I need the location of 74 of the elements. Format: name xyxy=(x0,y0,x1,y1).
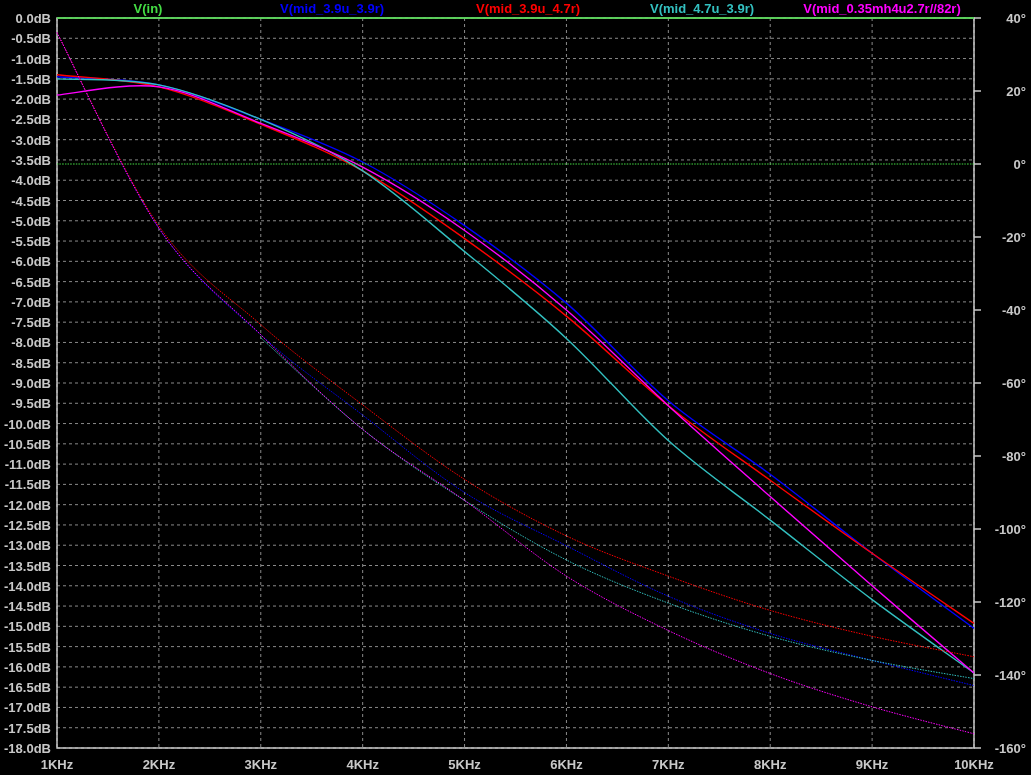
tick-mark xyxy=(973,90,982,92)
axis-tick-label: 4KHz xyxy=(346,757,379,772)
tick-mark xyxy=(973,601,982,603)
axis-tick-label: -20° xyxy=(1002,230,1026,245)
axis-tick-label: -10.5dB xyxy=(4,436,51,452)
axis-tick-label: -1.0dB xyxy=(11,51,51,67)
axis-tick-label: -14.5dB xyxy=(4,599,51,615)
axis-tick-label: -17.0dB xyxy=(4,700,51,716)
axis-tick-label: -15.5dB xyxy=(4,639,51,655)
axis-tick-label: -11.5dB xyxy=(4,477,51,493)
axis-tick-label: -9.0dB xyxy=(11,376,51,391)
axis-tick-label: -18.0dB xyxy=(4,741,51,756)
axis-tick-label: -4.5dB xyxy=(11,193,51,209)
axis-tick-label: -8.0dB xyxy=(11,335,51,351)
axis-tick-label: -2.5dB xyxy=(11,112,51,128)
axis-tick-label: 20° xyxy=(1006,84,1026,99)
tick-mark xyxy=(973,236,982,238)
tick-mark xyxy=(973,163,982,165)
axis-tick-label: -12.0dB xyxy=(4,497,51,513)
axis-tick-label: -3.5dB xyxy=(11,152,51,168)
axis-tick-label: -100° xyxy=(994,522,1026,537)
axis-tick-label: -2.0dB xyxy=(11,92,51,108)
axis-tick-label: -17.5dB xyxy=(4,720,51,736)
axis-tick-label: -80° xyxy=(1002,449,1026,464)
axis-tick-label: 40° xyxy=(1006,11,1026,26)
axis-tick-label: -14.0dB xyxy=(4,578,51,594)
axis-tick-label: 10KHz xyxy=(954,757,994,772)
axis-tick-label: 5KHz xyxy=(448,757,481,772)
axis-tick-label: 0° xyxy=(1013,157,1026,172)
axis-tick-label: -12.5dB xyxy=(4,517,51,533)
axis-tick-label: -16.0dB xyxy=(4,659,51,675)
legend-label: V(in) xyxy=(133,1,163,16)
tick-mark xyxy=(973,528,982,530)
axis-tick-label: -6.5dB xyxy=(11,274,51,290)
legend-label: V(mid_0.35mh4u2.7r//82r) xyxy=(803,1,961,16)
axis-tick-label: -1.5dB xyxy=(11,71,51,87)
legend-label: V(mid_3.9u_4.7r) xyxy=(476,1,580,16)
legend-label: V(mid_3.9u_3.9r) xyxy=(280,1,384,16)
axis-tick-label: -13.0dB xyxy=(4,538,51,554)
tick-mark xyxy=(973,455,982,457)
axis-tick-label: -13.5dB xyxy=(4,558,51,574)
legend-label: V(mid_4.7u_3.9r) xyxy=(650,1,754,16)
axis-tick-label: -4.0dB xyxy=(11,173,51,189)
tick-mark xyxy=(973,747,982,749)
axis-tick-label: -60° xyxy=(1002,376,1026,391)
axis-tick-label: -9.5dB xyxy=(11,396,51,412)
axis-tick-label: -8.5dB xyxy=(11,355,51,371)
axis-tick-label: 3KHz xyxy=(244,757,278,772)
axis-tick-label: -3.0dB xyxy=(11,132,51,148)
axis-tick-label: 9KHz xyxy=(855,757,889,772)
tick-mark xyxy=(973,674,982,676)
axis-tick-label: -10.0dB xyxy=(4,416,51,432)
axis-tick-label: 6KHz xyxy=(550,757,583,772)
axis-tick-label: -11.0dB xyxy=(4,457,51,473)
axis-tick-label: -7.5dB xyxy=(11,315,51,331)
axis-tick-label: 2KHz xyxy=(142,757,176,772)
axis-tick-label: -7.0dB xyxy=(11,294,51,310)
axis-tick-label: -5.0dB xyxy=(11,213,51,229)
axis-tick-label: -120° xyxy=(994,595,1026,610)
tick-mark xyxy=(973,17,982,19)
axis-tick-label: -6.0dB xyxy=(11,254,51,270)
axis-tick-label: -160° xyxy=(994,741,1026,756)
axis-tick-label: -15.0dB xyxy=(4,619,51,635)
axis-tick-label: -140° xyxy=(994,668,1026,683)
axis-tick-label: 8KHz xyxy=(753,757,787,772)
axis-tick-label: -0.5dB xyxy=(11,31,51,47)
axis-tick-label: -5.5dB xyxy=(11,234,51,250)
axis-tick-label: -40° xyxy=(1002,303,1026,318)
tick-mark xyxy=(973,382,982,384)
axis-tick-label: 7KHz xyxy=(652,757,685,772)
axis-tick-label: 0.0dB xyxy=(15,11,51,26)
axis-tick-label: -16.5dB xyxy=(4,680,51,696)
tick-mark xyxy=(973,309,982,311)
axis-tick-label: 1KHz xyxy=(40,757,74,772)
